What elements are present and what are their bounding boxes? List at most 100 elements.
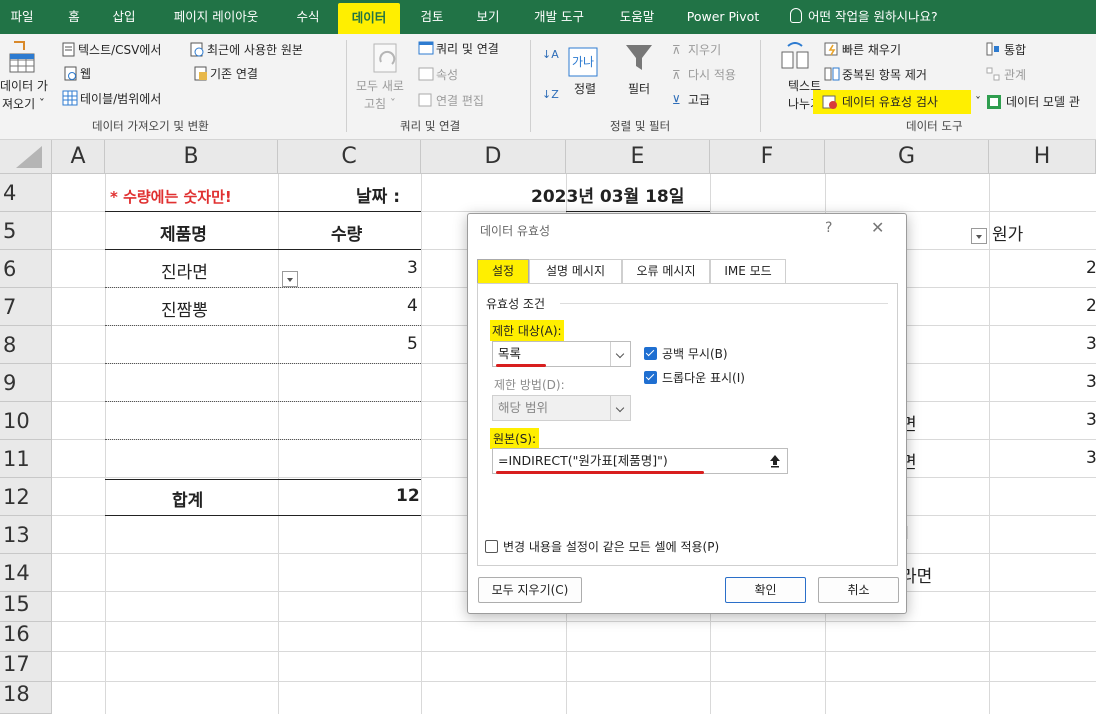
row-header-9[interactable]: 9: [0, 364, 52, 402]
row-header-5[interactable]: 5: [0, 212, 52, 250]
tab-page-layout[interactable]: 페이지 레이아웃: [164, 0, 268, 34]
from-text-csv-button[interactable]: 텍스트/CSV에서: [78, 42, 161, 58]
filter-dropdown-icon[interactable]: [971, 228, 987, 244]
close-icon[interactable]: ✕: [871, 218, 884, 237]
sort-desc-icon[interactable]: ↓Z: [542, 87, 559, 103]
quantity-cell[interactable]: 5: [407, 334, 418, 354]
row-header-16[interactable]: 16: [0, 622, 52, 652]
sort-asc-icon[interactable]: ↓A: [542, 47, 559, 63]
text-to-columns-icon[interactable]: [780, 42, 810, 72]
tell-me-search[interactable]: 어떤 작업을 원하시나요?: [790, 0, 938, 34]
cost-cell[interactable]: 3: [1086, 372, 1096, 392]
date-value-cell[interactable]: 2023년 03월 18일: [531, 182, 684, 207]
row-header-13[interactable]: 13: [0, 516, 52, 554]
date-label-cell[interactable]: 날짜 :: [356, 182, 400, 207]
product-header-cell[interactable]: 제품명: [160, 220, 207, 245]
sort-icon[interactable]: 가나: [568, 47, 598, 77]
tab-ime-mode[interactable]: IME 모드: [710, 259, 786, 283]
row-header-14[interactable]: 14: [0, 554, 52, 592]
tab-review[interactable]: 검토: [414, 0, 450, 34]
col-header-g[interactable]: G: [825, 140, 989, 174]
apply-all-checkbox[interactable]: [485, 540, 498, 553]
tab-input-message[interactable]: 설명 메시지: [529, 259, 622, 283]
tab-insert[interactable]: 삽입: [106, 0, 142, 34]
col-header-d[interactable]: D: [421, 140, 566, 174]
filter-icon[interactable]: [624, 42, 654, 74]
filter-button[interactable]: 필터: [628, 81, 650, 97]
recent-sources-button[interactable]: 최근에 사용한 원본: [207, 42, 303, 58]
total-value-cell[interactable]: 12: [396, 486, 420, 506]
tab-error-alert[interactable]: 오류 메시지: [622, 259, 710, 283]
clear-filter-button[interactable]: 지우기: [688, 42, 721, 58]
ignore-blank-checkbox[interactable]: [644, 347, 657, 360]
relationships-button[interactable]: 관계: [1004, 67, 1026, 83]
get-data-icon[interactable]: [6, 40, 42, 74]
row-header-7[interactable]: 7: [0, 288, 52, 326]
cost-cell[interactable]: 3: [1086, 334, 1096, 354]
row-header-6[interactable]: 6: [0, 250, 52, 288]
tab-view[interactable]: 보기: [470, 0, 506, 34]
get-data-button-line1[interactable]: 데이터 가: [0, 78, 48, 94]
data-validation-button[interactable]: 데이터 유효성 검사: [842, 94, 938, 110]
col-header-b[interactable]: B: [105, 140, 278, 174]
advanced-filter-button[interactable]: 고급: [688, 92, 710, 108]
get-data-button-line2[interactable]: 져오기 ˇ: [2, 96, 45, 112]
row-header-17[interactable]: 17: [0, 652, 52, 682]
manage-data-model-button[interactable]: 데이터 모델 관: [1006, 94, 1080, 110]
tab-help[interactable]: 도움말: [612, 0, 662, 34]
consolidate-button[interactable]: 통합: [1004, 42, 1026, 58]
queries-connections-button[interactable]: 쿼리 및 연결: [436, 41, 499, 57]
quantity-cell[interactable]: 3: [407, 258, 418, 278]
select-all-corner[interactable]: [0, 140, 52, 174]
data-validation-dropdown-icon[interactable]: ˇ: [975, 94, 981, 110]
row-header-12[interactable]: 12: [0, 478, 52, 516]
col-header-e[interactable]: E: [566, 140, 710, 174]
note-cell[interactable]: * 수량에는 숫자만!: [110, 186, 232, 207]
from-table-range-button[interactable]: 테이블/범위에서: [80, 91, 161, 107]
tab-formulas[interactable]: 수식: [290, 0, 326, 34]
col-header-f[interactable]: F: [710, 140, 825, 174]
col-header-h[interactable]: H: [989, 140, 1096, 174]
properties-button[interactable]: 속성: [436, 67, 458, 83]
clear-all-button[interactable]: 모두 지우기(C): [478, 577, 582, 603]
product-cell[interactable]: 진짬뽕: [161, 296, 208, 321]
cell-dropdown-icon[interactable]: [282, 271, 298, 287]
cost-cell[interactable]: 3: [1086, 448, 1096, 468]
cancel-button[interactable]: 취소: [818, 577, 899, 603]
in-cell-dropdown-checkbox[interactable]: [644, 371, 657, 384]
row-header-18[interactable]: 18: [0, 682, 52, 714]
flash-fill-button[interactable]: 빠른 채우기: [842, 42, 901, 58]
row-header-15[interactable]: 15: [0, 592, 52, 622]
tab-power-pivot[interactable]: Power Pivot: [682, 0, 764, 34]
total-label-cell[interactable]: 합계: [172, 486, 203, 511]
collapse-range-button[interactable]: [765, 451, 785, 471]
help-icon[interactable]: ?: [825, 220, 832, 236]
existing-connections-button[interactable]: 기존 연결: [210, 66, 258, 82]
ok-button[interactable]: 확인: [725, 577, 806, 603]
tab-settings[interactable]: 설정: [477, 259, 529, 283]
tab-developer[interactable]: 개발 도구: [526, 0, 592, 34]
quantity-header-cell[interactable]: 수량: [331, 220, 362, 245]
edit-links-button[interactable]: 연결 편집: [436, 93, 484, 109]
col-header-a[interactable]: A: [52, 140, 105, 174]
refresh-all-button-line1[interactable]: 모두 새로: [356, 78, 404, 94]
col-header-c[interactable]: C: [278, 140, 421, 174]
from-web-button[interactable]: 웹: [80, 66, 91, 82]
remove-duplicates-button[interactable]: 중복된 항목 제거: [842, 67, 927, 83]
row-header-10[interactable]: 10: [0, 402, 52, 440]
cost-cell[interactable]: 2: [1086, 258, 1096, 278]
data-operator-select[interactable]: 해당 범위: [492, 395, 631, 421]
reapply-button[interactable]: 다시 적용: [688, 67, 736, 83]
tab-file[interactable]: 파일: [6, 0, 38, 34]
product-cell[interactable]: 진라면: [161, 258, 208, 283]
tab-home[interactable]: 홈: [60, 0, 88, 34]
cost-cell[interactable]: 3: [1086, 410, 1096, 430]
row-header-4[interactable]: 4: [0, 174, 52, 212]
row-header-8[interactable]: 8: [0, 326, 52, 364]
row-header-11[interactable]: 11: [0, 440, 52, 478]
tab-data[interactable]: 데이터: [338, 3, 400, 34]
sort-button[interactable]: 정렬: [574, 81, 596, 97]
cost-cell[interactable]: 2: [1086, 296, 1096, 316]
refresh-all-button-line2[interactable]: 고침 ˇ: [364, 96, 396, 112]
quantity-cell[interactable]: 4: [407, 296, 418, 316]
